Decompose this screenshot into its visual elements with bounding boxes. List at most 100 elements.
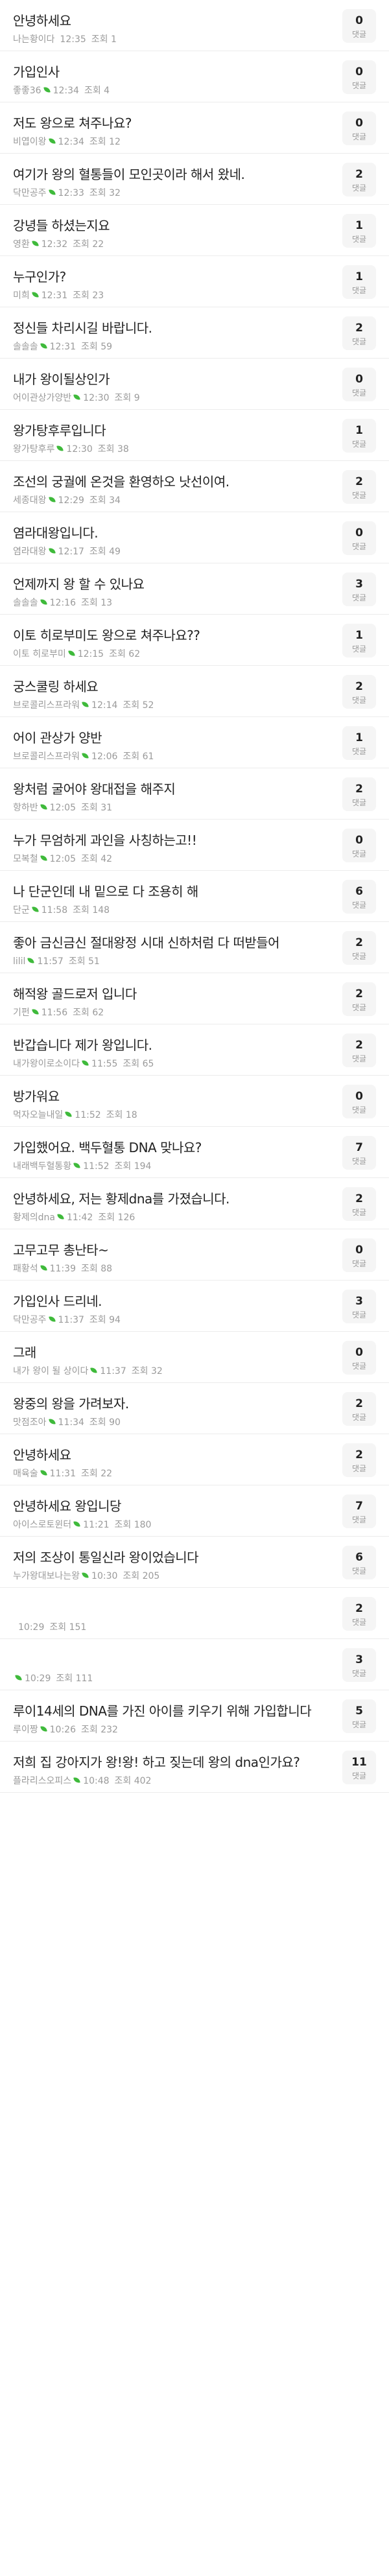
list-item[interactable]: 안녕하세요 매육술 11:31 조회 22 2 댓글: [0, 1434, 389, 1485]
post-author[interactable]: 매육술: [13, 1469, 38, 1479]
list-item[interactable]: 가입했어요. 백두혈통 DNA 맞나요? 내래백두혈통황 11:52 조회 194 …: [0, 1127, 389, 1178]
post-title[interactable]: 염라대왕입니다.: [13, 523, 318, 541]
post-author[interactable]: 솔솔솔: [13, 598, 38, 608]
post-author[interactable]: 좋좋36: [13, 86, 41, 96]
list-item[interactable]: 안녕하세요 나는황이다 12:35 조회 1 0 댓글: [0, 0, 389, 51]
post-title[interactable]: 저의 조상이 통일신라 왕이었습니다: [13, 1547, 318, 1566]
list-item[interactable]: 10:29 조회 151 2 댓글: [0, 1588, 389, 1639]
post-title[interactable]: 누가 무엄하게 과인을 사칭하는고!!: [13, 830, 318, 849]
list-item[interactable]: 저희 집 강아지가 왕!왕! 하고 짖는데 왕의 dna인가요? 플라리스오피스…: [0, 1742, 389, 1793]
list-item[interactable]: 내가 왕이될상인가 어이관상가양반 12:30 조회 9 0 댓글: [0, 359, 389, 410]
post-author[interactable]: 항하반: [13, 803, 38, 813]
list-item[interactable]: 강녕들 하셨는지요 영환 12:32 조회 22 1 댓글: [0, 205, 389, 256]
comment-count-box[interactable]: 0 댓글: [342, 829, 376, 862]
post-title[interactable]: 언제까지 왕 할 수 있나요: [13, 574, 318, 593]
list-item[interactable]: 언제까지 왕 할 수 있나요 솔솔솔 12:16 조회 13 3 댓글: [0, 563, 389, 615]
list-item[interactable]: 염라대왕입니다. 염라대왕 12:17 조회 49 0 댓글: [0, 512, 389, 563]
post-author[interactable]: 솔솔솔: [13, 342, 38, 352]
comment-count-box[interactable]: 1 댓글: [342, 419, 376, 453]
post-title[interactable]: 루이14세의 DNA를 가진 아이를 키우기 위해 가입합니다: [13, 1701, 318, 1719]
post-title[interactable]: 가입했어요. 백두혈통 DNA 맞나요?: [13, 1137, 318, 1156]
post-author[interactable]: 나는황이다: [13, 34, 54, 45]
post-author[interactable]: 세종대왕: [13, 495, 47, 506]
comment-count-box[interactable]: 5 댓글: [342, 1699, 376, 1733]
post-title[interactable]: 가입인사 드리네.: [13, 1291, 318, 1310]
list-item[interactable]: 반갑습니다 제가 왕입니다. 내가왕이로소이다 11:55 조회 65 2 댓글: [0, 1024, 389, 1076]
list-item[interactable]: 저의 조상이 통일신라 왕이었습니다 누가왕대보나는왕 10:30 조회 205 6…: [0, 1537, 389, 1588]
post-title[interactable]: 반갑습니다 제가 왕입니다.: [13, 1035, 318, 1054]
comment-count-box[interactable]: 2 댓글: [342, 777, 376, 811]
comment-count-box[interactable]: 3 댓글: [342, 1648, 376, 1682]
post-author[interactable]: 왕가탕후루: [13, 444, 54, 455]
list-item[interactable]: 가입인사 드리네. 닥만공주 11:37 조회 94 3 댓글: [0, 1281, 389, 1332]
comment-count-box[interactable]: 7 댓글: [342, 1136, 376, 1170]
post-title[interactable]: 어이 관상가 양반: [13, 727, 318, 746]
post-author[interactable]: 닥만공주: [13, 1315, 47, 1325]
post-title[interactable]: 해적왕 골드로저 입니다: [13, 984, 318, 1002]
comment-count-box[interactable]: 0 댓글: [342, 1238, 376, 1272]
list-item[interactable]: 고무고무 총난타~ 패황석 11:39 조회 88 0 댓글: [0, 1229, 389, 1281]
post-author[interactable]: lilil: [13, 956, 25, 967]
post-author[interactable]: 단군: [13, 905, 30, 916]
post-title[interactable]: 저도 왕으로 쳐주나요?: [13, 113, 318, 132]
list-item[interactable]: 그래 내가 왕이 될 상이다 11:37 조회 32 0 댓글: [0, 1332, 389, 1383]
post-title[interactable]: 그래: [13, 1342, 318, 1361]
list-item[interactable]: 좋아 금신금신 절대왕정 시대 신하처럼 다 떠받들어 lilil 11:57 조회…: [0, 922, 389, 973]
comment-count-box[interactable]: 2 댓글: [342, 931, 376, 965]
comment-count-box[interactable]: 2 댓글: [342, 1034, 376, 1067]
list-item[interactable]: 궁스쿨링 하세요 브로콜리스프라워 12:14 조회 52 2 댓글: [0, 666, 389, 717]
comment-count-box[interactable]: 0 댓글: [342, 368, 376, 401]
post-title[interactable]: 왕중의 왕을 가려보자.: [13, 1393, 318, 1412]
post-author[interactable]: 염라대왕: [13, 547, 47, 557]
list-item[interactable]: 해적왕 골드로저 입니다 기펀 11:56 조회 62 2 댓글: [0, 973, 389, 1024]
comment-count-box[interactable]: 2 댓글: [342, 470, 376, 504]
post-author[interactable]: 내가 왕이 될 상이다: [13, 1366, 88, 1377]
comment-count-box[interactable]: 0 댓글: [342, 112, 376, 145]
post-author[interactable]: 브로콜리스프라워: [13, 751, 80, 762]
list-item[interactable]: 왕중의 왕을 가려보자. 맛점조아 11:34 조회 90 2 댓글: [0, 1383, 389, 1434]
post-title[interactable]: 여기가 왕의 혈통들이 모인곳이라 해서 왔네.: [13, 164, 318, 183]
comment-count-box[interactable]: 2 댓글: [342, 1443, 376, 1477]
post-author[interactable]: 루이짱: [13, 1725, 38, 1735]
post-author[interactable]: 내래백두혈통황: [13, 1161, 71, 1172]
comment-count-box[interactable]: 1 댓글: [342, 265, 376, 299]
comment-count-box[interactable]: 0 댓글: [342, 1341, 376, 1375]
list-item[interactable]: 안녕하세요 왕입니당 아이스로토윈터 11:21 조회 180 7 댓글: [0, 1485, 389, 1537]
post-author[interactable]: 어이관상가양반: [13, 393, 71, 403]
post-title[interactable]: 고무고무 총난타~: [13, 1240, 318, 1258]
post-title[interactable]: 저희 집 강아지가 왕!왕! 하고 짖는데 왕의 dna인가요?: [13, 1752, 318, 1771]
list-item[interactable]: 저도 왕으로 쳐주나요? 비엽이왕 12:34 조회 12 0 댓글: [0, 102, 389, 154]
post-author[interactable]: 미희: [13, 290, 30, 301]
post-title[interactable]: 누구인가?: [13, 266, 318, 285]
post-author[interactable]: 브로콜리스프라워: [13, 700, 80, 711]
list-item[interactable]: 안녕하세요, 저는 황제dna를 가졌습니다. 황제의dna 11:42 조회 12…: [0, 1178, 389, 1229]
post-author[interactable]: 패황석: [13, 1264, 38, 1274]
comment-count-box[interactable]: 2 댓글: [342, 316, 376, 350]
comment-count-box[interactable]: 1 댓글: [342, 726, 376, 760]
post-title[interactable]: 이토 히로부미도 왕으로 쳐주나요??: [13, 625, 318, 644]
post-title[interactable]: 안녕하세요 왕입니당: [13, 1496, 318, 1515]
comment-count-box[interactable]: 0 댓글: [342, 521, 376, 555]
comment-count-box[interactable]: 0 댓글: [342, 1085, 376, 1118]
comment-count-box[interactable]: 1 댓글: [342, 214, 376, 248]
list-item[interactable]: 정신들 차리시길 바랍니다. 솔솔솔 12:31 조회 59 2 댓글: [0, 307, 389, 359]
comment-count-box[interactable]: 1 댓글: [342, 624, 376, 657]
comment-count-box[interactable]: 6 댓글: [342, 880, 376, 914]
comment-count-box[interactable]: 3 댓글: [342, 1290, 376, 1323]
post-author[interactable]: 먹자오늘내일: [13, 1110, 63, 1120]
comment-count-box[interactable]: 2 댓글: [342, 1187, 376, 1221]
comment-count-box[interactable]: 2 댓글: [342, 1597, 376, 1631]
post-title[interactable]: 강녕들 하셨는지요: [13, 215, 318, 234]
list-item[interactable]: 루이14세의 DNA를 가진 아이를 키우기 위해 가입합니다 루이짱 10:26…: [0, 1690, 389, 1742]
comment-count-box[interactable]: 2 댓글: [342, 1392, 376, 1426]
post-author[interactable]: 맛점조아: [13, 1417, 47, 1428]
comment-count-box[interactable]: 3 댓글: [342, 573, 376, 606]
post-title[interactable]: 안녕하세요: [13, 10, 318, 29]
list-item[interactable]: 왕처럼 굴어야 왕대접을 해주지 항하반 12:05 조회 31 2 댓글: [0, 768, 389, 820]
post-title[interactable]: 나 단군인데 내 밑으로 다 조용히 해: [13, 881, 318, 900]
post-author[interactable]: 황제의dna: [13, 1212, 55, 1223]
list-item[interactable]: 누구인가? 미희 12:31 조회 23 1 댓글: [0, 256, 389, 307]
post-author[interactable]: 내가왕이로소이다: [13, 1059, 80, 1069]
post-title[interactable]: 왕가탕후루입니다: [13, 420, 318, 439]
post-author[interactable]: 비엽이왕: [13, 137, 47, 147]
